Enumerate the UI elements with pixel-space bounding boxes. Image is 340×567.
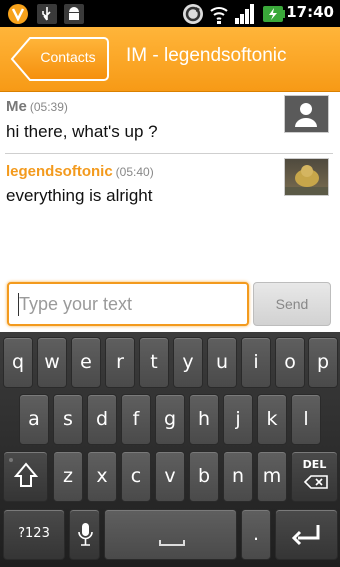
wifi-icon xyxy=(208,3,230,24)
key-u[interactable]: u xyxy=(207,337,237,388)
message-text: hi there, what's up ? xyxy=(6,122,158,141)
key-h[interactable]: h xyxy=(189,394,219,445)
key-m[interactable]: m xyxy=(257,451,287,502)
message-input-placeholder: Type your text xyxy=(19,294,133,314)
key-p[interactable]: p xyxy=(308,337,338,388)
key-q[interactable]: q xyxy=(3,337,33,388)
key-w[interactable]: w xyxy=(37,337,67,388)
status-time: 17:40 xyxy=(286,3,334,21)
key-b[interactable]: b xyxy=(189,451,219,502)
signal-icon xyxy=(234,3,256,24)
key-y[interactable]: y xyxy=(173,337,203,388)
key-c[interactable]: c xyxy=(121,451,151,502)
back-to-contacts-button[interactable]: Contacts xyxy=(10,36,110,82)
status-bar: 17:40 xyxy=(0,0,340,27)
key-k[interactable]: k xyxy=(257,394,287,445)
key-o[interactable]: o xyxy=(275,337,305,388)
space-key[interactable] xyxy=(104,509,237,560)
key-s[interactable]: s xyxy=(53,394,83,445)
message-sender: Me (05:39) xyxy=(6,98,68,115)
avatar-placeholder-icon xyxy=(284,95,329,133)
usb-icon xyxy=(36,3,58,24)
soft-keyboard: q w e r t y u i o p a s d f g h j k l z … xyxy=(0,332,340,567)
vlingo-icon xyxy=(7,3,29,24)
key-t[interactable]: t xyxy=(139,337,169,388)
key-z[interactable]: z xyxy=(53,451,83,502)
message-divider xyxy=(5,153,333,154)
backspace-icon xyxy=(303,475,328,489)
message-time: (05:39) xyxy=(29,100,68,114)
page-title: IM - legendsoftonic xyxy=(126,45,287,66)
message-input[interactable]: Type your text xyxy=(7,282,249,326)
header-bar: Contacts IM - legendsoftonic xyxy=(0,27,340,92)
sync-icon xyxy=(182,3,204,24)
key-a[interactable]: a xyxy=(19,394,49,445)
key-e[interactable]: e xyxy=(71,337,101,388)
message-sender: legendsoftonic (05:40) xyxy=(6,163,154,180)
key-l[interactable]: l xyxy=(291,394,321,445)
key-n[interactable]: n xyxy=(223,451,253,502)
back-button-label: Contacts xyxy=(40,49,96,65)
enter-key[interactable] xyxy=(275,509,338,560)
shift-key[interactable] xyxy=(3,451,48,502)
android-debug-icon xyxy=(63,3,85,24)
period-key[interactable]: . xyxy=(241,509,271,560)
avatar-photo xyxy=(284,158,329,196)
key-r[interactable]: r xyxy=(105,337,135,388)
symbols-key[interactable]: ?123 xyxy=(3,509,65,560)
enter-arrow-icon xyxy=(291,525,320,546)
key-x[interactable]: x xyxy=(87,451,117,502)
key-j[interactable]: j xyxy=(223,394,253,445)
message-item: legendsoftonic (05:40) everything is alri… xyxy=(0,155,340,215)
message-item: Me (05:39) hi there, what's up ? xyxy=(0,92,340,152)
key-d[interactable]: d xyxy=(87,394,117,445)
voice-input-key[interactable] xyxy=(69,509,100,560)
delete-key[interactable]: DEL xyxy=(291,451,338,502)
battery-icon xyxy=(262,3,286,24)
key-i[interactable]: i xyxy=(241,337,271,388)
space-bar-icon xyxy=(159,540,185,546)
send-button[interactable]: Send xyxy=(253,282,331,326)
shift-arrow-icon xyxy=(9,458,39,487)
message-text: everything is alright xyxy=(6,186,153,205)
microphone-icon xyxy=(78,523,93,546)
message-time: (05:40) xyxy=(115,165,154,179)
key-v[interactable]: v xyxy=(155,451,185,502)
key-g[interactable]: g xyxy=(155,394,185,445)
key-f[interactable]: f xyxy=(121,394,151,445)
